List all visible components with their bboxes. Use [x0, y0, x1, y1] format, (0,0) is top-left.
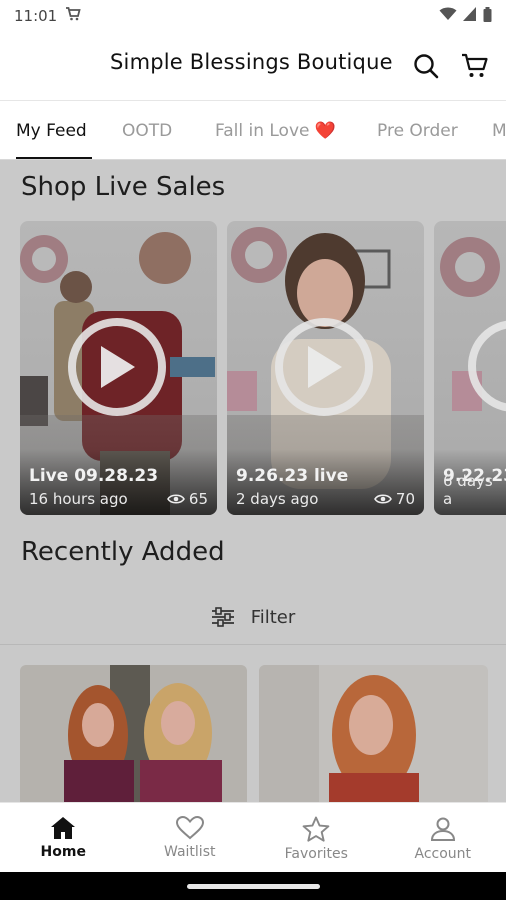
tab-pre-order[interactable]: Pre Order	[377, 121, 458, 141]
view-count-value: 70	[395, 490, 415, 508]
status-bar: 11:01	[0, 0, 506, 32]
star-icon	[302, 816, 330, 842]
tab-fall-in-love[interactable]: Fall in Love ❤️	[215, 121, 336, 141]
filter-sliders-icon	[211, 607, 234, 627]
product-image	[20, 665, 247, 802]
live-sale-title: Live 09.28.23	[29, 466, 159, 486]
system-gesture-bar	[0, 872, 506, 900]
nav-favorites[interactable]: Favorites	[253, 803, 380, 872]
live-sale-card[interactable]: Live 09.28.23 16 hours ago 65	[20, 221, 217, 515]
live-sale-time: 6 days a	[443, 472, 493, 508]
view-count: 65	[166, 490, 208, 508]
live-sales-heading: Shop Live Sales	[21, 172, 226, 202]
live-sale-title: 9.26.23 live	[236, 466, 349, 486]
category-tabs: My Feed OOTD Fall in Love ❤️ Pre Order M	[0, 100, 506, 160]
home-icon	[51, 817, 76, 839]
filter-label: Filter	[250, 606, 296, 628]
product-card[interactable]	[20, 665, 247, 802]
wifi-icon	[439, 7, 457, 25]
live-sale-card[interactable]: 9.26.23 live 2 days ago 70	[227, 221, 424, 515]
view-count: 70	[373, 490, 415, 508]
play-icon[interactable]	[275, 318, 373, 416]
eye-icon	[373, 494, 392, 504]
product-card[interactable]	[259, 665, 488, 802]
nav-account-label: Account	[414, 846, 472, 862]
account-icon	[430, 817, 455, 841]
nav-favorites-label: Favorites	[284, 846, 348, 862]
status-time: 11:01	[14, 7, 58, 25]
search-button[interactable]	[409, 49, 443, 83]
nav-home-label: Home	[40, 844, 86, 860]
nav-waitlist[interactable]: Waitlist	[127, 803, 254, 872]
store-title: Simple Blessings Boutique	[110, 50, 393, 74]
bottom-navigation: Home Waitlist Favorites Account	[0, 802, 506, 872]
eye-icon	[166, 494, 185, 504]
feed-content[interactable]: Shop Live Sales Live 09.28.23 16 hours a…	[0, 160, 506, 802]
shopping-cart-icon	[462, 53, 488, 77]
heart-icon	[175, 816, 204, 840]
home-gesture-handle[interactable]	[187, 884, 320, 889]
filter-button[interactable]: Filter	[0, 592, 506, 642]
signal-icon	[463, 7, 477, 25]
shopping-cart-status-icon	[65, 7, 81, 25]
live-sale-time: 16 hours ago	[29, 490, 128, 508]
app-header: Simple Blessings Boutique	[0, 32, 506, 100]
nav-waitlist-label: Waitlist	[164, 844, 216, 860]
view-count-value: 65	[188, 490, 208, 508]
battery-icon	[483, 6, 492, 26]
product-image	[259, 665, 488, 802]
tab-my-feed[interactable]: My Feed	[16, 121, 87, 141]
tab-more[interactable]: M	[492, 121, 506, 141]
nav-account[interactable]: Account	[380, 803, 506, 872]
recently-added-heading: Recently Added	[21, 537, 225, 567]
live-sale-time: 2 days ago	[236, 490, 319, 508]
cart-button[interactable]	[458, 49, 492, 83]
tab-ootd[interactable]: OOTD	[122, 121, 172, 141]
nav-home[interactable]: Home	[0, 803, 127, 872]
live-sale-card[interactable]: 9.22.23 6 days a	[434, 221, 506, 515]
play-icon[interactable]	[68, 318, 166, 416]
section-divider	[0, 644, 506, 645]
search-icon	[414, 54, 439, 79]
